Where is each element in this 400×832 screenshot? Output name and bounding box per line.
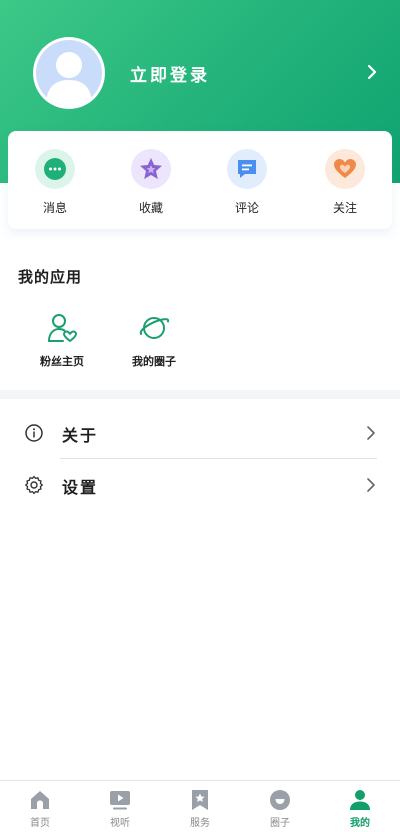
star-icon (131, 149, 171, 189)
tab-mine[interactable]: 我的 (320, 789, 400, 829)
tab-label: 首页 (30, 818, 50, 829)
quick-action-follow[interactable]: 关注 (305, 149, 385, 219)
person-icon (349, 789, 371, 811)
menu-item-label: 关于 (62, 426, 99, 445)
heart-icon (325, 149, 365, 189)
chevron-right-icon (362, 424, 380, 442)
menu-separator (60, 458, 377, 459)
quick-action-label: 消息 (42, 201, 67, 215)
fan-homepage-icon (46, 312, 78, 344)
tab-circles[interactable]: 圈子 (240, 789, 320, 829)
tab-media[interactable]: 视听 (80, 789, 160, 829)
tab-label: 我的 (350, 818, 370, 829)
quick-action-comments[interactable]: 评论 (207, 149, 287, 219)
tab-label: 视听 (110, 818, 130, 829)
bottom-tab-bar: 首页 视听 服务 圈子 我的 (0, 780, 400, 832)
quick-action-label: 收藏 (138, 201, 163, 215)
message-icon (35, 149, 75, 189)
app-label: 粉丝主页 (40, 355, 84, 368)
section-divider (0, 390, 400, 399)
info-icon (24, 423, 44, 443)
home-icon (29, 789, 51, 811)
quick-action-label: 关注 (332, 201, 357, 215)
tab-label: 服务 (190, 818, 210, 829)
app-my-circles[interactable]: 我的圈子 (114, 312, 194, 369)
menu-item-about[interactable]: 关于 (0, 408, 400, 458)
quick-action-messages[interactable]: 消息 (15, 149, 95, 219)
quick-actions-card: 消息 收藏 评论 关注 (8, 131, 392, 229)
chevron-right-icon (362, 476, 380, 494)
default-avatar-icon (36, 40, 102, 106)
menu-item-label: 设置 (62, 478, 99, 497)
tab-label: 圈子 (270, 818, 290, 829)
tab-home[interactable]: 首页 (0, 789, 80, 829)
planet-icon (138, 312, 170, 344)
gear-icon (24, 475, 44, 495)
login-link[interactable]: 立即登录 (130, 61, 210, 86)
quick-action-label: 评论 (234, 201, 259, 215)
video-icon (109, 789, 131, 811)
comment-icon (227, 149, 267, 189)
chevron-right-icon[interactable] (362, 62, 382, 82)
circle-chat-icon (269, 789, 291, 811)
app-fan-homepage[interactable]: 粉丝主页 (22, 312, 102, 369)
menu-item-settings[interactable]: 设置 (0, 460, 400, 510)
tab-services[interactable]: 服务 (160, 789, 240, 829)
my-apps-title: 我的应用 (18, 268, 83, 286)
bookmark-star-icon (189, 789, 211, 811)
app-label: 我的圈子 (132, 355, 176, 368)
quick-action-favorites[interactable]: 收藏 (111, 149, 191, 219)
avatar[interactable] (33, 37, 105, 109)
